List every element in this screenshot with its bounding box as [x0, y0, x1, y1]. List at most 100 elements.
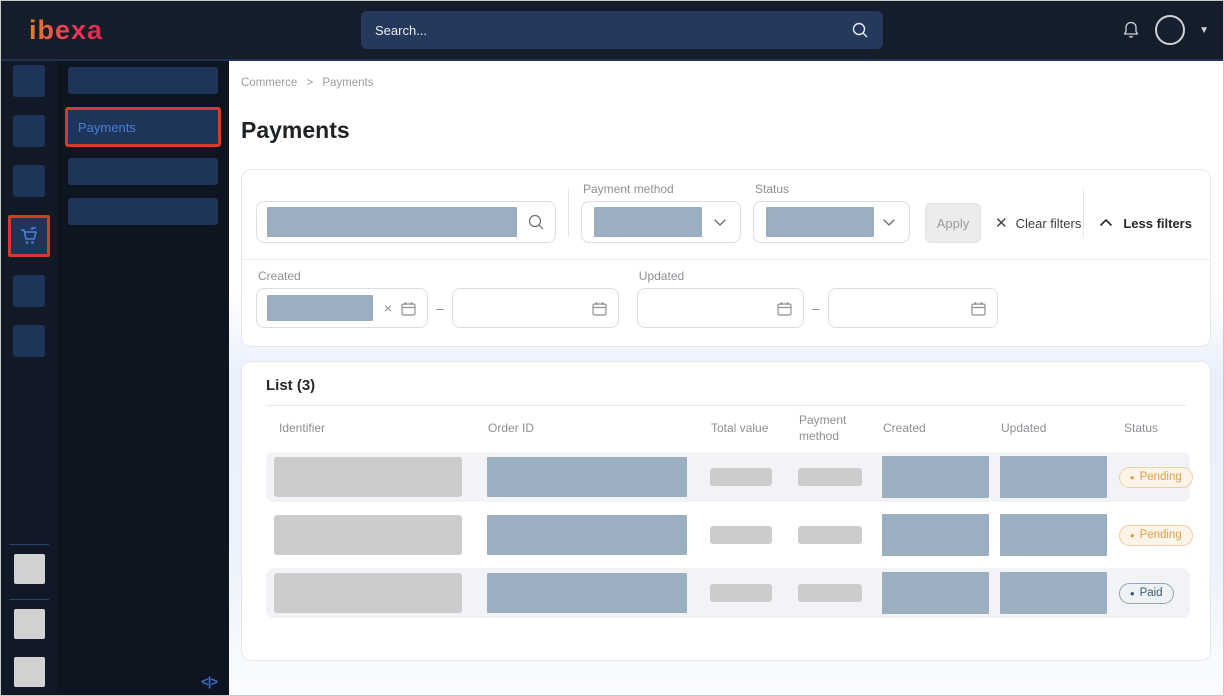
redacted-date-value [267, 295, 373, 321]
updated-label: Updated [637, 269, 998, 283]
main-content: Commerce > Payments Payments Payment [229, 61, 1223, 695]
shopping-cart-icon [17, 224, 41, 248]
sidebar-item-3[interactable] [68, 158, 218, 185]
user-menu-caret-icon[interactable]: ▼ [1199, 25, 1209, 36]
updated-to-input[interactable] [828, 288, 998, 328]
app-window: ibexa ▼ [0, 0, 1224, 696]
rail-item-1[interactable] [13, 65, 45, 97]
redacted-order-id [487, 573, 687, 613]
rail-bottom-item-1[interactable] [14, 554, 45, 584]
page-title: Payments [241, 117, 1211, 144]
sidebar-item-1[interactable] [68, 67, 218, 94]
status-select[interactable] [753, 201, 910, 243]
global-search[interactable] [361, 11, 883, 49]
table-row[interactable]: •Pending [266, 452, 1190, 502]
apply-button[interactable]: Apply [925, 203, 981, 243]
redacted-total-value [710, 526, 772, 544]
clear-date-icon[interactable]: × [384, 300, 392, 316]
payment-method-field: Payment method [581, 182, 741, 243]
calendar-icon[interactable] [970, 300, 987, 317]
filters-panel: Payment method Status Apply [241, 169, 1211, 347]
column-header-updated: Updated [992, 421, 1111, 437]
table-row[interactable]: • Paid [266, 568, 1190, 618]
redacted-updated [1000, 456, 1107, 498]
sidebar-item-4[interactable] [68, 198, 218, 225]
calendar-icon[interactable] [776, 300, 793, 317]
filters-row-dates: Created × – [242, 259, 1210, 346]
redacted-payment-method [798, 584, 862, 602]
topbar-right: ▼ [1121, 15, 1223, 45]
status-badge: • Paid [1119, 583, 1174, 604]
payment-method-select[interactable] [581, 201, 741, 243]
sidebar-item-payments[interactable]: Payments [68, 110, 218, 144]
less-filters-button[interactable]: Less filters [1098, 203, 1196, 243]
redacted-created [882, 456, 989, 498]
status-label: Paid [1140, 587, 1163, 599]
column-header-status: Status [1111, 421, 1190, 437]
sidebar-collapse-icon[interactable]: <|> [201, 674, 217, 689]
rail-bottom-item-2[interactable] [14, 609, 45, 639]
status-field: Status [741, 182, 910, 243]
secondary-sidebar: Payments <|> [57, 61, 229, 695]
redacted-select-value [766, 207, 874, 237]
redacted-order-id [487, 457, 687, 497]
rail-item-2[interactable] [13, 115, 45, 147]
calendar-icon[interactable] [591, 300, 608, 317]
filter-search-input[interactable] [256, 201, 556, 243]
redacted-identifier [274, 573, 462, 613]
status-label: Pending [1140, 529, 1182, 541]
rail-item-3[interactable] [13, 165, 45, 197]
notifications-bell-icon[interactable] [1121, 20, 1141, 40]
payments-list-panel: List (3) Identifier Order ID Total value… [241, 361, 1211, 661]
column-header-payment-method: Payment method [790, 413, 874, 444]
redacted-identifier [274, 515, 462, 555]
table-header: Identifier Order ID Total value Payment … [266, 406, 1190, 452]
global-search-input[interactable] [375, 23, 851, 38]
less-filters-label: Less filters [1123, 216, 1192, 231]
column-header-created: Created [874, 421, 992, 437]
status-dot-icon: • [1130, 471, 1135, 484]
created-field: Created × – [256, 269, 619, 328]
clear-filters-button[interactable]: ✕ Clear filters [995, 203, 1081, 243]
redacted-order-id [487, 515, 687, 555]
redacted-identifier [274, 457, 462, 497]
created-from-input[interactable]: × [256, 288, 428, 328]
redacted-select-value [594, 207, 702, 237]
updated-field: Updated – [637, 269, 998, 328]
created-to-input[interactable] [452, 288, 619, 328]
redacted-created [882, 572, 989, 614]
redacted-total-value [710, 584, 772, 602]
vertical-divider [1083, 189, 1084, 237]
column-header-order-id: Order ID [479, 421, 702, 437]
redacted-search-value [267, 207, 517, 237]
list-title: List (3) [266, 362, 1186, 405]
user-avatar[interactable] [1155, 15, 1185, 45]
rail-item-commerce-active[interactable] [8, 215, 50, 257]
vertical-divider [568, 189, 569, 237]
chevron-down-icon [712, 214, 728, 230]
updated-range: – [637, 288, 998, 328]
redacted-updated [1000, 514, 1107, 556]
breadcrumb-separator: > [306, 77, 313, 89]
rail-item-5[interactable] [13, 275, 45, 307]
created-label: Created [256, 269, 619, 283]
rail-item-6[interactable] [13, 325, 45, 357]
breadcrumb-parent[interactable]: Commerce [241, 77, 297, 89]
calendar-icon[interactable] [400, 300, 417, 317]
ibexa-logo[interactable]: ibexa [29, 15, 103, 46]
rail-bottom-item-3[interactable] [14, 657, 45, 687]
redacted-payment-method [798, 468, 862, 486]
redacted-created [882, 514, 989, 556]
chevron-down-icon [881, 214, 897, 230]
table-row[interactable]: •Pending [266, 510, 1190, 560]
redacted-updated [1000, 572, 1107, 614]
filters-row-main: Payment method Status Apply [242, 170, 1210, 259]
sidebar-item-payments-highlight[interactable]: Payments [65, 107, 221, 147]
chevron-up-icon [1098, 215, 1114, 231]
column-header-identifier: Identifier [266, 421, 479, 437]
rail-bottom-group [1, 538, 57, 695]
search-icon [851, 21, 869, 39]
updated-from-input[interactable] [637, 288, 804, 328]
clear-x-icon: ✕ [995, 214, 1008, 232]
status-dot-icon: • [1130, 587, 1135, 600]
